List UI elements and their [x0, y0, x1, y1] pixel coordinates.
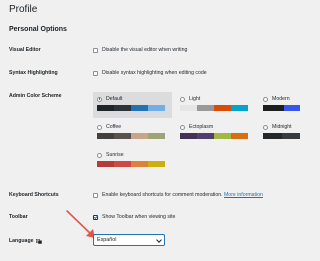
- swatch: [97, 133, 114, 139]
- swatch: [281, 133, 300, 139]
- swatch: [97, 161, 114, 167]
- swatch: [114, 105, 131, 111]
- color-scheme-midnight[interactable]: Midnight: [259, 120, 300, 146]
- section-heading: Personal Options: [9, 26, 67, 33]
- color-scheme-light-label: Light: [189, 96, 201, 102]
- language-select-value: Español: [97, 237, 117, 243]
- color-scheme-coffee-label: Coffee: [106, 124, 122, 130]
- swatch: [114, 133, 131, 139]
- page-title: Profile: [9, 4, 38, 15]
- swatch: [148, 105, 165, 111]
- color-scheme-light[interactable]: Light: [176, 92, 255, 118]
- color-scheme-sunrise-label: Sunrise: [106, 152, 124, 158]
- translation-icon: A: [36, 238, 42, 244]
- color-scheme-midnight-radio[interactable]: [263, 124, 268, 130]
- keyboard-shortcuts-label: Keyboard Shortcuts: [9, 192, 59, 198]
- toolbar-label: Toolbar: [9, 214, 28, 220]
- visual-editor-checkbox-label: Disable the visual editor when writing: [102, 47, 188, 53]
- swatch: [283, 105, 300, 111]
- color-scheme-light-swatches: [180, 105, 248, 111]
- color-scheme-midnight-label: Midnight: [272, 124, 292, 130]
- color-scheme-ectoplasm-swatches: [180, 133, 248, 139]
- color-scheme-sunrise-radio[interactable]: [97, 152, 102, 158]
- color-scheme-sunrise[interactable]: Sunrise: [93, 148, 172, 174]
- syntax-highlighting-checkbox-label: Disable syntax highlighting when editing…: [102, 70, 207, 76]
- color-scheme-modern-swatches: [263, 105, 300, 111]
- swatch: [131, 161, 148, 167]
- color-scheme-modern-radio[interactable]: [263, 96, 268, 102]
- color-scheme-ectoplasm-radio[interactable]: [180, 124, 185, 130]
- chevron-down-icon: [156, 236, 162, 243]
- more-information-link[interactable]: More information: [224, 192, 263, 198]
- keyboard-shortcuts-checkbox-label: Enable keyboard shortcuts for comment mo…: [102, 192, 263, 198]
- profile-screen: Profile Personal Options Visual Editor D…: [0, 0, 300, 261]
- swatch: [263, 133, 282, 139]
- color-scheme-coffee[interactable]: Coffee: [93, 120, 172, 146]
- color-scheme-coffee-radio[interactable]: [97, 124, 102, 130]
- color-scheme-default-radio[interactable]: [97, 96, 102, 102]
- swatch: [197, 133, 214, 139]
- keyboard-shortcuts-checkbox[interactable]: [93, 192, 98, 198]
- syntax-highlighting-label: Syntax Highlighting: [9, 70, 58, 76]
- color-scheme-default[interactable]: Default: [93, 92, 172, 118]
- swatch: [197, 105, 214, 111]
- keyboard-shortcuts-text: Enable keyboard shortcuts for comment mo…: [102, 192, 223, 198]
- language-label-text: Language: [9, 238, 34, 244]
- swatch: [180, 133, 197, 139]
- color-scheme-coffee-swatches: [97, 133, 165, 139]
- swatch: [148, 161, 165, 167]
- swatch: [180, 105, 197, 111]
- swatch: [97, 105, 114, 111]
- color-scheme-midnight-swatches: [263, 133, 300, 139]
- syntax-highlighting-checkbox[interactable]: [93, 70, 98, 76]
- swatch: [263, 105, 284, 111]
- swatch: [114, 161, 131, 167]
- color-scheme-default-swatches: [97, 105, 165, 111]
- swatch: [231, 133, 248, 139]
- swatch: [131, 105, 148, 111]
- color-scheme-modern-label: Modern: [272, 96, 290, 102]
- swatch: [231, 105, 248, 111]
- show-toolbar-checkbox-label: Show Toolbar when viewing site: [102, 214, 176, 220]
- language-label: Language: [9, 238, 34, 244]
- color-scheme-light-radio[interactable]: [180, 96, 185, 102]
- language-select[interactable]: Español: [93, 234, 165, 246]
- visual-editor-checkbox[interactable]: [93, 47, 98, 53]
- color-scheme-ectoplasm[interactable]: Ectoplasm: [176, 120, 255, 146]
- color-scheme-sunrise-swatches: [97, 161, 165, 167]
- admin-color-scheme-label: Admin Color Scheme: [9, 93, 62, 99]
- swatch: [214, 133, 231, 139]
- swatch: [214, 105, 231, 111]
- color-scheme-ectoplasm-label: Ectoplasm: [189, 124, 214, 130]
- swatch: [131, 133, 148, 139]
- visual-editor-label: Visual Editor: [9, 47, 41, 53]
- swatch: [148, 133, 165, 139]
- color-scheme-default-label: Default: [106, 96, 123, 102]
- color-scheme-modern[interactable]: Modern: [259, 92, 300, 118]
